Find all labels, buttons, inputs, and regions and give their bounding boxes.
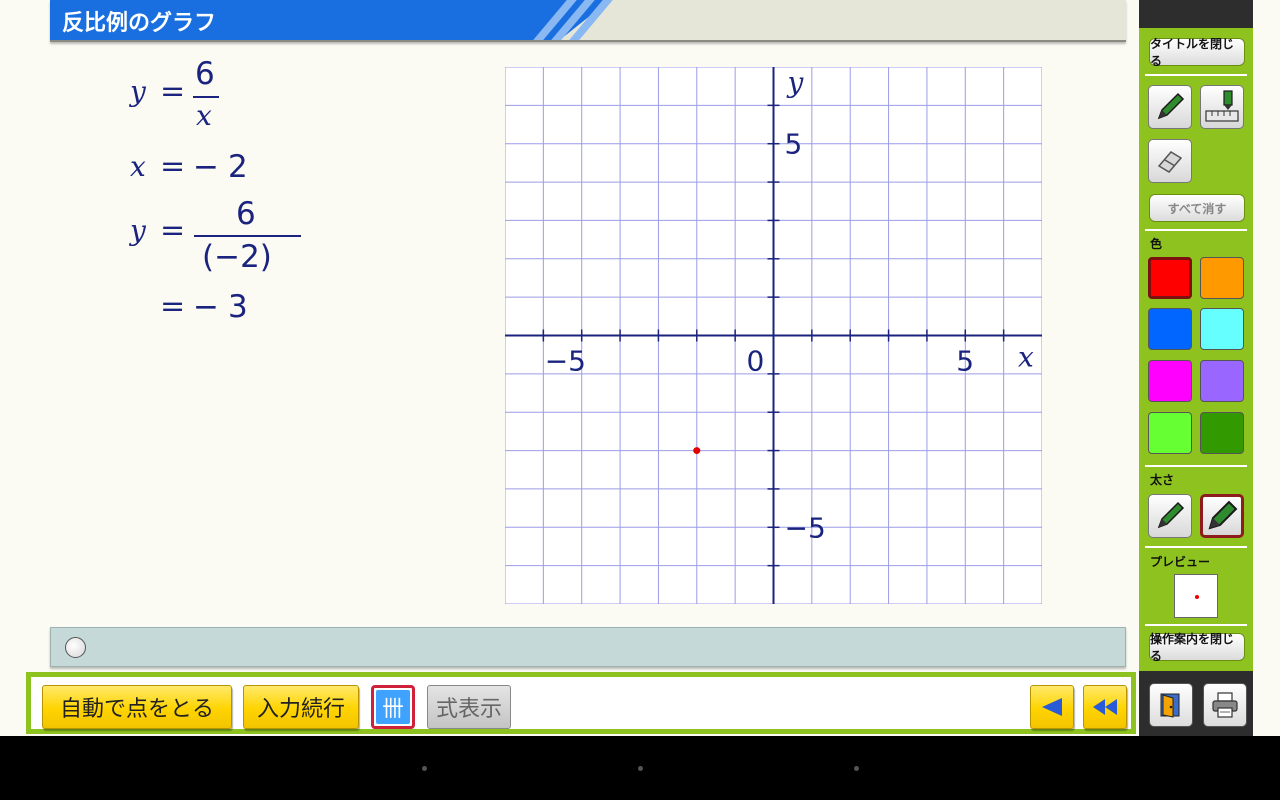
eq3-fraction-bar [194,235,301,237]
color-swatch-light-green[interactable] [1148,412,1192,454]
double-triangle-left-icon [1093,699,1117,715]
eq4-sign: − [193,289,219,325]
triangle-left-icon [1042,698,1062,716]
color-swatch-dark-green[interactable] [1200,412,1244,454]
eq1-equals: = [160,74,186,109]
pen-tool-button[interactable] [1148,85,1192,129]
nav-recents-icon[interactable] [854,766,859,771]
eq2-var: x [130,150,146,183]
thin-pen-button[interactable] [1148,494,1192,538]
eq1-denominator: x [196,99,212,132]
eq2-value: 2 [228,149,248,185]
bottom-toolbar: 自動で点をとる 入力続行 卌 式表示 [26,672,1136,734]
x-tick-label-5: 5 [956,345,974,378]
thick-pen-button[interactable] [1200,494,1244,538]
print-button[interactable] [1203,683,1247,727]
eq1-numerator: 6 [195,56,215,92]
close-guide-button[interactable]: 操作案内を閉じる [1149,632,1245,663]
system-navigation-bar [0,736,1280,800]
color-swatch-blue[interactable] [1148,308,1192,350]
x-tick-label-neg5: −5 [545,345,586,378]
eq2-equals: = [160,149,186,184]
eraser-tool-button[interactable] [1148,139,1192,183]
pen-icon [1157,92,1185,120]
y-tick-label-5: 5 [785,128,803,161]
y-axis-label: y [786,67,805,99]
rewind-button[interactable] [1083,685,1127,729]
close-title-button[interactable]: タイトルを閉じる [1149,37,1245,68]
eq4-equals: = [160,289,186,324]
coordinate-graph[interactable]: −5 5 0 5 −5 x y [505,67,1042,604]
pen-icon [1157,501,1185,529]
status-circle-icon[interactable] [65,637,86,658]
divider [1145,229,1247,231]
color-swatch-purple[interactable] [1200,360,1244,402]
eq4-value: 3 [228,289,248,325]
auto-plot-button[interactable]: 自動で点をとる [42,685,232,729]
continue-input-button[interactable]: 入力続行 [243,685,359,729]
show-formula-button[interactable]: 式表示 [427,685,511,729]
status-bar [50,627,1126,667]
eq2-sign: − [193,149,219,185]
eq3-denominator: (−2) [202,239,272,275]
app-window: 反比例のグラフ y = 6 x x = − 2 y = 6 (−2) = − 3… [0,0,1280,736]
pen-icon [1208,500,1238,530]
x-axis-label: x [1018,341,1034,374]
preview-dot [1195,595,1199,599]
stroke-preview [1174,574,1218,618]
divider [1145,546,1247,548]
eq3-numerator: 6 [236,196,256,232]
plotted-point [693,447,701,455]
ruler-pen-icon [1205,90,1239,122]
eraser-icon [1157,151,1183,173]
eq3-equals: = [160,213,186,248]
page-title: 反比例のグラフ [62,11,217,36]
color-swatch-red[interactable] [1148,257,1192,299]
y-tick-label-neg5: −5 [785,511,826,544]
thickness-label: 太さ [1150,473,1175,487]
color-swatch-magenta[interactable] [1148,360,1192,402]
exit-button[interactable] [1149,683,1193,727]
clear-all-button[interactable]: すべて消す [1149,194,1245,222]
eq1-fraction-bar [193,96,219,98]
divider [1145,624,1247,626]
nav-home-icon[interactable] [638,766,643,771]
color-swatch-orange[interactable] [1200,257,1244,299]
drawing-tools-panel: タイトルを閉じる すべて消す 色 太さ プレビュー 操作案内を閉じる [1139,28,1253,671]
grid-toggle-button[interactable]: 卌 [371,685,415,729]
color-swatch-cyan[interactable] [1200,308,1244,350]
printer-icon [1212,692,1238,718]
preview-label: プレビュー [1150,555,1211,569]
ruler-pen-tool-button[interactable] [1200,85,1244,129]
divider [1145,465,1247,467]
nav-back-icon[interactable] [422,766,427,771]
eq3-var: y [130,214,146,247]
eq1-var: y [130,75,146,108]
exit-door-icon [1160,693,1180,718]
origin-label: 0 [747,345,765,378]
back-button[interactable] [1030,685,1074,729]
right-panel-header [1139,0,1253,28]
color-label: 色 [1150,237,1163,251]
title-bar: 反比例のグラフ [50,0,1126,42]
right-panel-footer [1139,671,1253,736]
divider [1145,74,1247,76]
grid-icon: 卌 [376,690,410,724]
